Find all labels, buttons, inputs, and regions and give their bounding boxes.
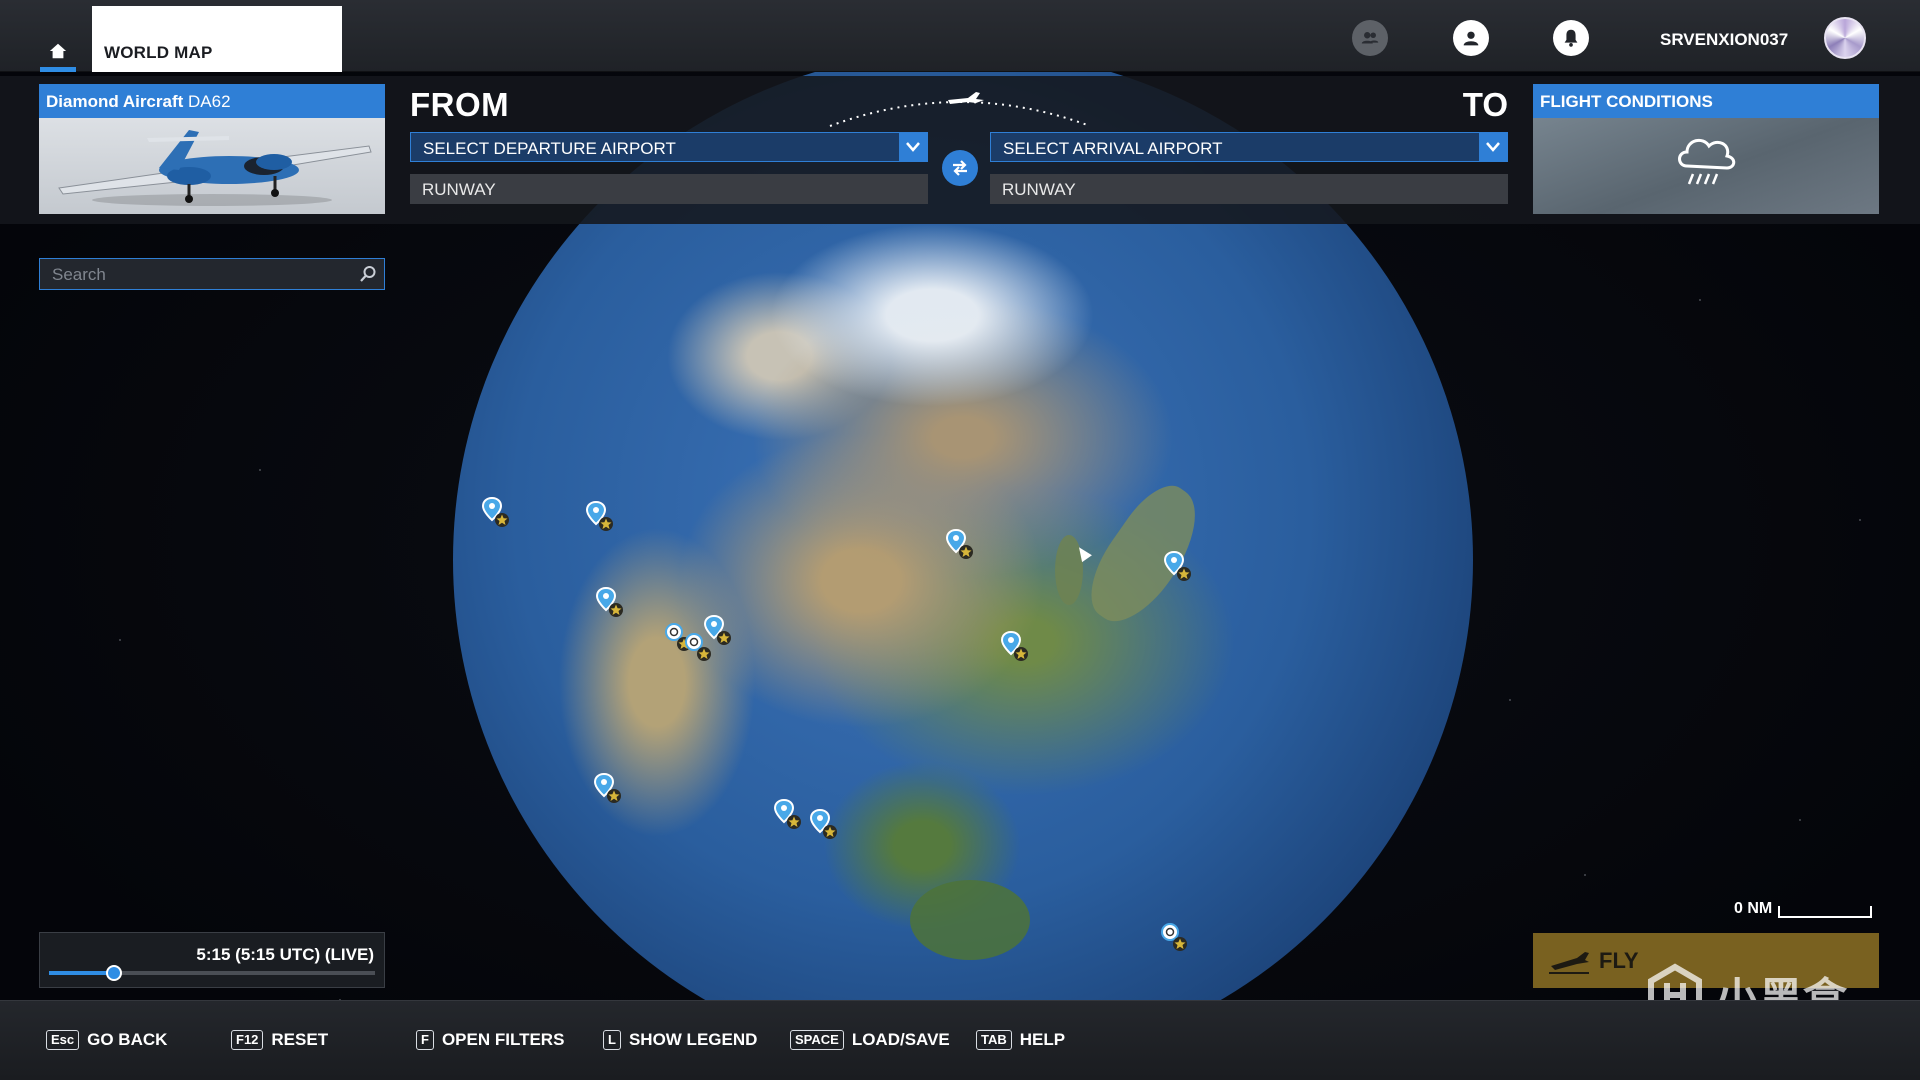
- swap-icon: [953, 160, 967, 176]
- airport-pin[interactable]: [997, 630, 1031, 664]
- rain-cloud-icon: [1678, 138, 1736, 185]
- departure-airport-select[interactable]: SELECT DEPARTURE AIRPORT: [410, 132, 928, 162]
- scale-bar: [1778, 906, 1873, 918]
- notifications-button[interactable]: [1553, 20, 1589, 56]
- aircraft-image: [58, 130, 372, 206]
- home-icon: [49, 43, 67, 58]
- search-icon[interactable]: [358, 264, 378, 284]
- bell-icon: [1564, 29, 1578, 47]
- profile-button[interactable]: [1453, 20, 1489, 56]
- friends-icon: [1361, 32, 1379, 44]
- time-label: 5:15 (5:15 UTC) (LIVE): [196, 945, 374, 964]
- fly-label: FLY: [1599, 947, 1639, 973]
- airport-pin[interactable]: [770, 798, 804, 832]
- airport-pin[interactable]: [942, 528, 976, 562]
- keycap-space: SPACE: [790, 1030, 844, 1050]
- friends-button[interactable]: [1352, 20, 1388, 56]
- keycap-esc: Esc: [46, 1030, 80, 1050]
- keycap-l: L: [603, 1030, 621, 1050]
- scale-label: 0 NM: [1734, 900, 1773, 917]
- airport-pin[interactable]: [806, 808, 840, 842]
- departure-runway-field[interactable]: RUNWAY: [410, 174, 928, 204]
- airport-pin[interactable]: [590, 772, 624, 806]
- time-of-day-panel: 5:15 (5:15 UTC) (LIVE): [39, 932, 385, 988]
- search-box[interactable]: [39, 258, 385, 290]
- flight-conditions-card[interactable]: FLIGHT CONDITIONS: [1533, 84, 1879, 214]
- airport-pin[interactable]: [478, 496, 512, 530]
- aircraft-title: Diamond Aircraft DA62: [39, 84, 385, 118]
- help-label: HELP: [1019, 1030, 1066, 1049]
- avatar[interactable]: [1824, 17, 1866, 59]
- time-slider-knob[interactable]: [106, 965, 123, 981]
- home-button[interactable]: [40, 34, 76, 72]
- airport-pin[interactable]: [582, 500, 616, 534]
- airport-pin[interactable]: [1160, 550, 1194, 584]
- load-save-button[interactable]: SPACE LOAD/SAVE: [790, 1030, 950, 1050]
- tab-world-map[interactable]: WORLD MAP: [92, 6, 342, 72]
- search-input[interactable]: [52, 265, 342, 285]
- departure-select-label: SELECT DEPARTURE AIRPORT: [423, 139, 676, 158]
- route-arc-plane-icon: [829, 92, 1091, 127]
- time-slider[interactable]: [49, 965, 375, 981]
- takeoff-plane-icon: [1549, 951, 1589, 974]
- keycap-tab: TAB: [976, 1030, 1012, 1050]
- time-slider-fill: [49, 971, 115, 975]
- go-back-button[interactable]: Esc GO BACK: [46, 1030, 167, 1050]
- aircraft-brand: Diamond Aircraft: [46, 92, 184, 111]
- swap-airports-button[interactable]: [942, 150, 978, 186]
- chevron-down-icon[interactable]: [1479, 132, 1507, 162]
- user-icon: [1463, 31, 1479, 46]
- load-save-label: LOAD/SAVE: [851, 1030, 950, 1049]
- arrival-select-label: SELECT ARRIVAL AIRPORT: [1003, 139, 1223, 158]
- help-button[interactable]: TAB HELP: [976, 1030, 1065, 1050]
- reset-label: RESET: [271, 1030, 329, 1049]
- keycap-f: F: [416, 1030, 434, 1050]
- arrival-airport-select[interactable]: SELECT ARRIVAL AIRPORT: [990, 132, 1508, 162]
- open-filters-label: OPEN FILTERS: [441, 1030, 565, 1049]
- reset-button[interactable]: F12 RESET: [231, 1030, 328, 1050]
- aircraft-model: DA62: [188, 92, 231, 111]
- airport-pin[interactable]: [592, 586, 626, 620]
- username[interactable]: SRVENXION037: [1660, 30, 1788, 50]
- flight-conditions-title: FLIGHT CONDITIONS: [1533, 84, 1879, 118]
- airport-pin[interactable]: [700, 614, 734, 648]
- go-back-label: GO BACK: [87, 1030, 168, 1049]
- airport-pin[interactable]: [1156, 920, 1190, 954]
- landmass-korea: [1055, 535, 1083, 605]
- to-label: TO: [1462, 86, 1508, 123]
- arrival-runway-label: RUNWAY: [1002, 180, 1076, 199]
- show-legend-button[interactable]: L SHOW LEGEND: [603, 1030, 757, 1050]
- from-label: FROM: [410, 86, 510, 123]
- keycap-f12: F12: [231, 1030, 264, 1050]
- chevron-down-icon[interactable]: [899, 132, 927, 162]
- aircraft-selection-card[interactable]: Diamond Aircraft DA62: [39, 84, 385, 214]
- show-legend-label: SHOW LEGEND: [628, 1030, 758, 1049]
- arrival-runway-field[interactable]: RUNWAY: [990, 174, 1508, 204]
- departure-runway-label: RUNWAY: [422, 180, 496, 199]
- open-filters-button[interactable]: F OPEN FILTERS: [416, 1030, 564, 1050]
- map-scale: 0 NM: [1734, 900, 1873, 918]
- landmass-borneo: [910, 880, 1030, 960]
